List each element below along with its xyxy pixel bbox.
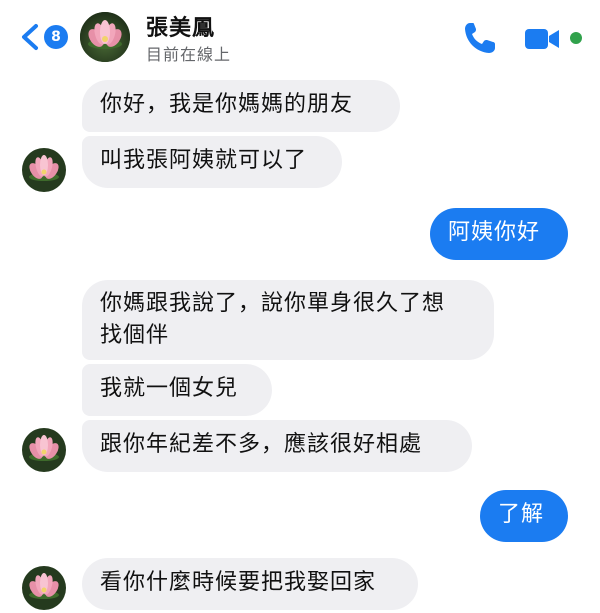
online-status: 目前在線上 [146, 45, 232, 64]
phone-icon[interactable] [462, 20, 498, 56]
online-indicator [570, 32, 582, 44]
message-bubble-outgoing[interactable]: 阿姨你好 [430, 208, 568, 260]
message-bubble-incoming[interactable]: 看你什麼時候要把我娶回家 [82, 558, 418, 610]
message-bubble-incoming[interactable]: 你好，我是你媽媽的朋友 [82, 80, 400, 132]
back-button[interactable]: 8 [18, 22, 68, 52]
unread-count-badge: 8 [44, 25, 68, 49]
contact-name[interactable]: 張美鳳 [146, 10, 215, 42]
sender-avatar [22, 566, 66, 610]
message-bubble-incoming[interactable]: 叫我張阿姨就可以了 [82, 136, 342, 188]
video-camera-icon[interactable] [524, 25, 560, 53]
sender-avatar [22, 428, 66, 472]
message-bubble-incoming[interactable]: 你媽跟我說了，說你單身很久了想 找個伴 [82, 280, 494, 360]
message-bubble-outgoing[interactable]: 了解 [480, 490, 568, 542]
contact-avatar[interactable] [80, 12, 130, 62]
chat-header: 8 張美鳳 目前在線上 [0, 0, 600, 68]
message-bubble-incoming[interactable]: 跟你年紀差不多，應該很好相處 [82, 420, 472, 472]
sender-avatar [22, 148, 66, 192]
back-chevron-icon [22, 24, 38, 50]
message-bubble-incoming[interactable]: 我就一個女兒 [82, 364, 272, 416]
